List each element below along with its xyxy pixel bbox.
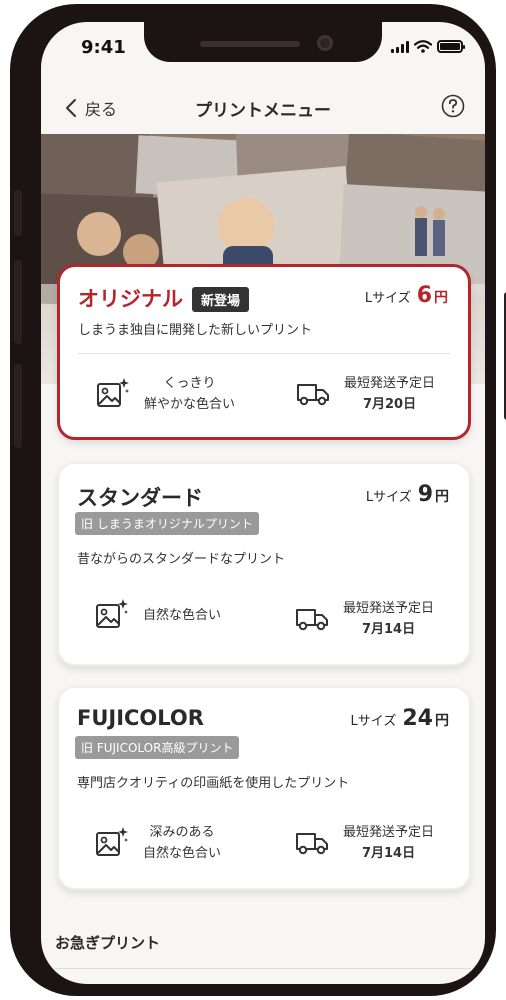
feature-line: 自然な色合い — [143, 846, 222, 861]
shipping-date: 7月14日 — [361, 622, 416, 637]
signal-icon — [391, 40, 409, 53]
feature-line: 深みのある — [149, 825, 215, 840]
card-title: FUJICOLOR — [77, 706, 204, 730]
price-unit: 円 — [435, 713, 449, 729]
card-description: しまうま独自に開発した新しいプリント — [78, 323, 313, 338]
feature-text: 自然な色合い — [143, 605, 221, 626]
size-label: Lサイズ — [365, 490, 412, 505]
battery-icon — [437, 40, 465, 53]
section-title-express: お急ぎプリント — [55, 934, 161, 952]
print-card-standard[interactable]: スタンダード 旧 しまうまオリジナルプリント Lサイズ 9 円 昔ながらのスタン… — [57, 462, 471, 666]
status-time: 9:41 — [81, 37, 126, 58]
shipping-label: 最短発送予定日 — [343, 601, 435, 616]
shipping-feature: 最短発送予定日 7月20日 — [296, 373, 435, 415]
print-card-original[interactable]: オリジナル 新登場 Lサイズ 6 円 しまうま独自に開発した新しいプリント くっ… — [57, 264, 471, 440]
color-feature: 自然な色合い — [95, 598, 221, 632]
former-name-badge: 旧 FUJICOLOR高級プリント — [75, 736, 240, 759]
feature-line: くっきり — [163, 376, 216, 391]
card-title: スタンダード — [77, 486, 203, 510]
price-value: 9 — [417, 482, 433, 507]
speaker-grille — [200, 41, 300, 47]
photo-sparkle-icon — [95, 598, 129, 632]
price: Lサイズ 9 円 — [366, 482, 449, 507]
shipping-feature: 最短発送予定日 7月14日 — [295, 822, 434, 864]
shipping-date: 7月14日 — [361, 846, 416, 861]
photo-sparkle-icon — [96, 377, 130, 411]
feature-text: くっきり 鮮やかな色合い — [144, 373, 235, 415]
card-divider — [78, 353, 450, 354]
volume-down-button — [14, 364, 22, 448]
new-badge: 新登場 — [192, 287, 250, 312]
color-feature: 深みのある 自然な色合い — [95, 822, 221, 864]
card-title: オリジナル — [78, 287, 183, 311]
front-camera — [317, 35, 333, 51]
feature-text: 深みのある 自然な色合い — [143, 822, 221, 864]
mute-switch — [14, 190, 22, 236]
shipping-label: 最短発送予定日 — [344, 376, 436, 391]
wifi-icon — [414, 40, 432, 53]
help-icon — [441, 94, 465, 118]
size-label: Lサイズ — [364, 291, 411, 306]
shipping-text: 最短発送予定日 7月20日 — [344, 373, 435, 415]
price-unit: 円 — [434, 290, 448, 306]
help-button[interactable] — [441, 94, 465, 122]
phone-frame: 9:41 戻る プリントメニュー オリジナル 新登場 Lサイズ 6 円 しまうま… — [10, 4, 506, 996]
print-card-fujicolor[interactable]: FUJICOLOR 旧 FUJICOLOR高級プリント Lサイズ 24 円 専門… — [57, 686, 471, 890]
volume-up-button — [14, 260, 22, 344]
shipping-date: 7月20日 — [362, 397, 417, 412]
shipping-label: 最短発送予定日 — [343, 825, 435, 840]
shipping-text: 最短発送予定日 7月14日 — [343, 598, 434, 640]
status-icons — [391, 40, 465, 53]
delivery-truck-icon — [295, 606, 329, 632]
price: Lサイズ 24 円 — [351, 706, 449, 731]
delivery-truck-icon — [295, 830, 329, 856]
shipping-feature: 最短発送予定日 7月14日 — [295, 598, 434, 640]
delivery-truck-icon — [296, 381, 330, 407]
color-feature: くっきり 鮮やかな色合い — [96, 373, 235, 415]
page-title: プリントメニュー — [195, 101, 331, 121]
price-value: 24 — [402, 706, 433, 731]
feature-line: 自然な色合い — [143, 607, 222, 623]
photo-sparkle-icon — [95, 826, 129, 860]
price: Lサイズ 6 円 — [365, 283, 448, 308]
phone-screen: 9:41 戻る プリントメニュー オリジナル 新登場 Lサイズ 6 円 しまうま… — [41, 22, 485, 984]
shipping-text: 最短発送予定日 7月14日 — [343, 822, 434, 864]
price-value: 6 — [416, 283, 432, 308]
card-description: 専門店クオリティの印画紙を使用したプリント — [77, 776, 350, 791]
former-name-badge: 旧 しまうまオリジナルプリント — [75, 512, 259, 535]
navigation-bar: 戻る プリントメニュー — [41, 86, 485, 130]
notch — [144, 22, 382, 62]
section-divider — [55, 968, 471, 969]
size-label: Lサイズ — [350, 714, 397, 729]
price-unit: 円 — [435, 489, 449, 505]
card-description: 昔ながらのスタンダードなプリント — [77, 552, 286, 567]
feature-line: 鮮やかな色合い — [144, 397, 236, 412]
